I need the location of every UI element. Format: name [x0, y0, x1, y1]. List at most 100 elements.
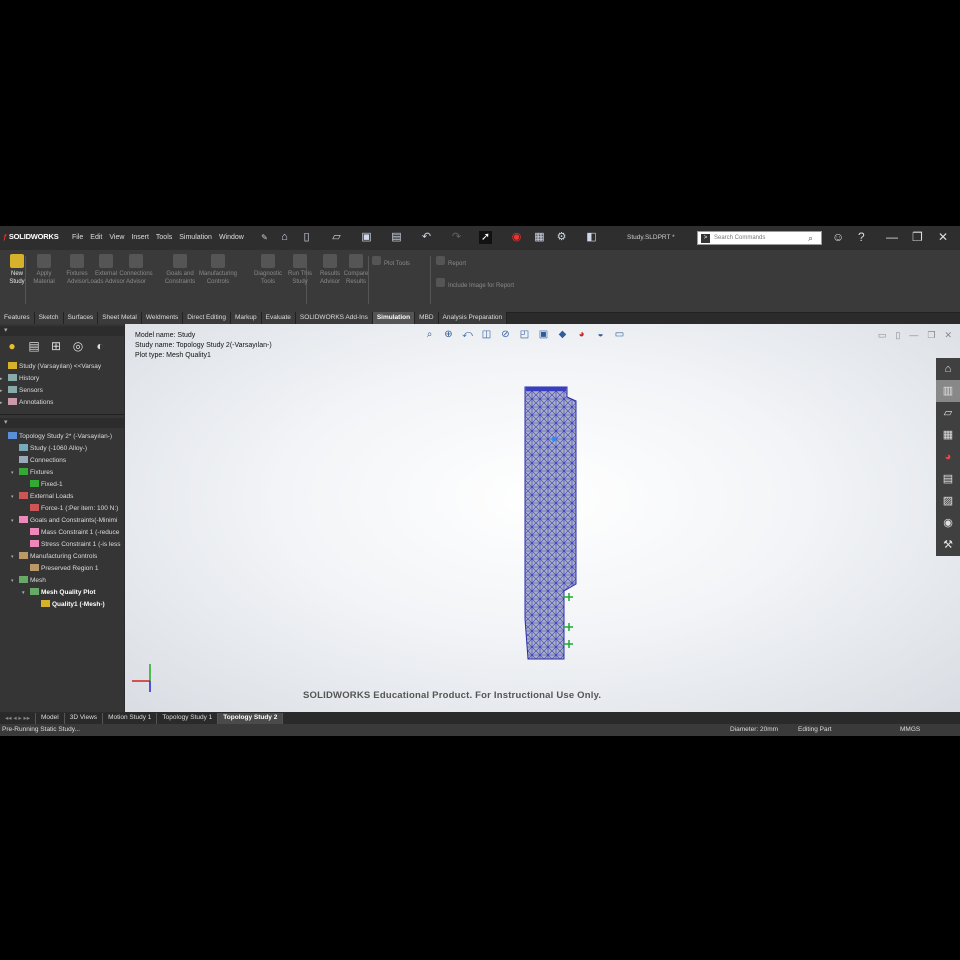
tab-evaluate[interactable]: Evaluate	[261, 312, 296, 324]
resources-home-icon[interactable]: ⌂	[936, 358, 960, 380]
tab-mbd[interactable]: MBD	[415, 312, 439, 324]
menu-item-file[interactable]: File	[72, 234, 83, 241]
edit-appearance-icon[interactable]: ◕	[575, 329, 588, 341]
viewport-restore-icon[interactable]: ❐	[927, 330, 935, 341]
filter-icon[interactable]: ▾	[4, 326, 8, 334]
sim-tree-item[interactable]: ▾ External Loads	[0, 492, 73, 502]
expand-arrow-icon[interactable]: ▸	[0, 398, 8, 408]
panel-splitter[interactable]	[0, 414, 124, 415]
cmd-connections-advisor-button[interactable]: Connections Advisor	[116, 254, 156, 286]
configuration-manager-icon[interactable]: ⊞	[48, 338, 64, 354]
bottom-tab-model[interactable]: Model	[36, 713, 65, 724]
file-explorer-icon[interactable]: ▱	[936, 402, 960, 424]
custom-properties-icon[interactable]: ▤	[936, 468, 960, 490]
cmd-compare-results-button[interactable]: Compare Results	[336, 254, 376, 286]
pin-icon[interactable]: ✎	[258, 231, 271, 244]
tab-direct-editing[interactable]: Direct Editing	[183, 312, 231, 324]
restore-icon[interactable]: ❐	[912, 231, 923, 244]
sim-tree-item[interactable]: ▾ Mesh	[0, 576, 46, 586]
expand-arrow-icon[interactable]: ▾	[11, 516, 19, 526]
sim-tree-item[interactable]: Quality1 (-Mesh-)	[0, 600, 105, 610]
cmd-report-button[interactable]: Report	[436, 256, 466, 268]
feature-tree-item[interactable]: Study (Varsayılan) <<Varsay	[0, 362, 101, 372]
display-style-icon[interactable]: ▣	[537, 329, 550, 341]
tab-solidworks-add-ins[interactable]: SOLIDWORKS Add-Ins	[295, 312, 373, 324]
property-manager-icon[interactable]: ▤	[26, 338, 42, 354]
redo-icon[interactable]: ↷	[450, 231, 463, 244]
dimxpert-icon[interactable]: ◎	[70, 338, 86, 354]
tab-surfaces[interactable]: Surfaces	[63, 312, 99, 324]
recording-icon[interactable]: ◉	[936, 512, 960, 534]
sim-tree-item[interactable]: Study (-1060 Alloy-)	[0, 444, 87, 454]
menu-item-insert[interactable]: Insert	[131, 234, 149, 241]
feature-tree-item[interactable]: ▸ History	[0, 374, 39, 384]
user-account-icon[interactable]: ☺	[832, 231, 844, 244]
new-document-icon[interactable]: ▯	[300, 231, 313, 244]
sim-tree-item[interactable]: ▾ Mesh Quality Plot	[0, 588, 96, 598]
minimize-icon[interactable]: —	[886, 231, 898, 244]
sim-tree-item[interactable]: Fixed-1	[0, 480, 63, 490]
display-manager-icon[interactable]: ◐	[92, 338, 108, 354]
bottom-tab-topology-study-1[interactable]: Topology Study 1	[157, 713, 219, 724]
hide-show-items-icon[interactable]: ◆	[556, 329, 569, 341]
bottom-tab-topology-study-2[interactable]: Topology Study 2	[218, 713, 284, 724]
menu-item-edit[interactable]: Edit	[90, 234, 102, 241]
split-icon[interactable]: ▯	[895, 330, 900, 341]
appearances-icon[interactable]: ◕	[936, 446, 960, 468]
view-palette-icon[interactable]: ▦	[936, 424, 960, 446]
graphics-area[interactable]: Model name: Study Study name: Topology S…	[125, 324, 960, 712]
feature-tree-item[interactable]: ▸ Sensors	[0, 386, 43, 396]
apply-scene-icon[interactable]: ◒	[594, 329, 607, 341]
expand-arrow-icon[interactable]: ▾	[11, 552, 19, 562]
print-icon[interactable]: ▤	[390, 231, 403, 244]
zoom-to-fit-icon[interactable]: ⌕	[423, 329, 436, 341]
cmd-goals-and-constraints-button[interactable]: Goals and Constraints	[160, 254, 200, 286]
cmd-diagnostic-tools-button[interactable]: Diagnostic Tools	[248, 254, 288, 286]
filter-icon[interactable]: ▾	[4, 418, 8, 426]
mesh-model[interactable]	[520, 379, 590, 664]
customize-icon[interactable]: ◧	[585, 231, 598, 244]
expand-arrow-icon[interactable]: ▾	[11, 576, 19, 586]
feature-manager-icon[interactable]: ●	[4, 338, 20, 354]
save-icon[interactable]: ▣	[360, 231, 373, 244]
menu-item-tools[interactable]: Tools	[156, 234, 172, 241]
sim-tree-item[interactable]: ▾ Fixtures	[0, 468, 53, 478]
expand-arrow-icon[interactable]: ▾	[11, 492, 19, 502]
tab-sketch[interactable]: Sketch	[34, 312, 64, 324]
rebuild-icon[interactable]: ◉	[510, 231, 523, 244]
undo-icon[interactable]: ↶	[420, 231, 433, 244]
sim-tree-item[interactable]: ▾ Goals and Constraints(-Minimi	[0, 516, 117, 526]
expand-arrow-icon[interactable]: ▸	[0, 374, 8, 384]
tab-analysis-preparation[interactable]: Analysis Preparation	[438, 312, 508, 324]
simulation-tools-icon[interactable]: ⚒	[936, 534, 960, 556]
dynamic-annotation-icon[interactable]: ⊘	[499, 329, 512, 341]
help-icon[interactable]: ?	[858, 231, 865, 244]
expand-arrow-icon[interactable]: ▾	[11, 468, 19, 478]
sim-tree-item[interactable]: Stress Constraint 1 (-is less	[0, 540, 120, 550]
units-selector[interactable]: MMGS	[900, 726, 920, 733]
options-gear-icon[interactable]: ⚙	[555, 231, 568, 244]
sim-tree-item[interactable]: Connections	[0, 456, 66, 466]
file-properties-icon[interactable]: ▦	[533, 231, 546, 244]
previous-view-icon[interactable]: ⤺	[461, 329, 474, 341]
view-settings-icon[interactable]: ▭	[613, 329, 626, 341]
tab-markup[interactable]: Markup	[230, 312, 262, 324]
expand-arrow-icon[interactable]: ▾	[22, 588, 30, 598]
tab-weldments[interactable]: Weldments	[141, 312, 184, 324]
home-icon[interactable]: ⌂	[278, 231, 291, 244]
expand-arrow-icon[interactable]: ▸	[0, 386, 8, 396]
solidworks-forum-icon[interactable]: ▨	[936, 490, 960, 512]
sim-tree-item[interactable]: Force-1 (:Per item: 100 N:)	[0, 504, 118, 514]
open-icon[interactable]: ▱	[330, 231, 343, 244]
viewport-close-icon[interactable]: ✕	[944, 330, 952, 341]
sim-tree-item[interactable]: Preserved Region 1	[0, 564, 98, 574]
search-icon[interactable]: ⌕	[808, 233, 813, 244]
cmd-manufacturing-controls-button[interactable]: Manufacturing Controls	[198, 254, 238, 286]
view-orientation-icon[interactable]: ◰	[518, 329, 531, 341]
close-icon[interactable]: ✕	[938, 231, 948, 244]
cmd-new-study-button[interactable]: New Study	[3, 254, 31, 286]
menu-item-window[interactable]: Window	[219, 234, 244, 241]
app-logo[interactable]: ƒ SOLIDWORKS	[3, 232, 59, 241]
tab-sheet-metal[interactable]: Sheet Metal	[98, 312, 142, 324]
bottom-tab-3d-views[interactable]: 3D Views	[65, 713, 104, 724]
